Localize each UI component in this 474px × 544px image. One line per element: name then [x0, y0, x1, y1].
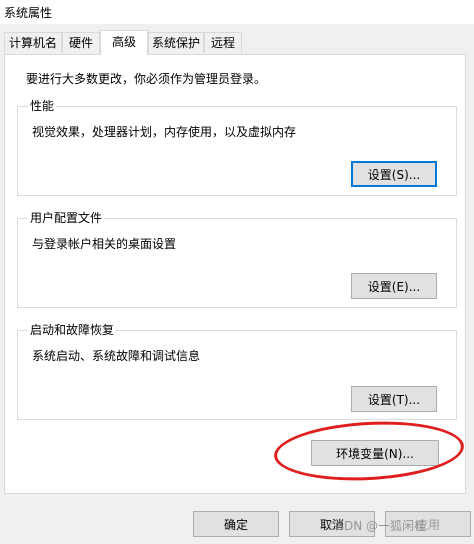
startup-recovery-title: 启动和故障恢复: [28, 322, 117, 338]
tab-hardware[interactable]: 硬件: [62, 32, 100, 53]
ok-button[interactable]: 确定: [193, 511, 279, 537]
admin-note: 要进行大多数更改，你必须作为管理员登录。: [26, 72, 267, 86]
tab-system-protection[interactable]: 系统保护: [148, 32, 204, 53]
performance-group: 性能 视觉效果，处理器计划，内存使用，以及虚拟内存 设置(S)...: [17, 98, 457, 196]
user-profiles-group: 用户配置文件 与登录帐户相关的桌面设置 设置(E)...: [17, 210, 457, 308]
startup-recovery-settings-button[interactable]: 设置(T)...: [351, 386, 437, 412]
environment-variables-button[interactable]: 环境变量(N)...: [311, 440, 439, 466]
user-profiles-settings-button[interactable]: 设置(E)...: [351, 273, 437, 299]
csdn-watermark: CSDN @一狐闲桂: [328, 519, 427, 533]
startup-recovery-group: 启动和故障恢复 系统启动、系统故障和调试信息 设置(T)...: [17, 322, 457, 420]
performance-settings-button[interactable]: 设置(S)...: [351, 161, 437, 187]
title-bar: 系统属性: [0, 0, 474, 24]
tab-advanced[interactable]: 高级: [100, 30, 148, 55]
tab-computer-name[interactable]: 计算机名: [4, 32, 62, 53]
user-profiles-description: 与登录帐户相关的桌面设置: [32, 237, 177, 251]
performance-title: 性能: [28, 98, 57, 114]
tab-strip: 计算机名 硬件 高级 系统保护 远程: [0, 30, 474, 55]
tab-remote[interactable]: 远程: [204, 32, 242, 53]
user-profiles-title: 用户配置文件: [28, 210, 105, 226]
performance-description: 视觉效果，处理器计划，内存使用，以及虚拟内存: [32, 125, 297, 139]
startup-recovery-description: 系统启动、系统故障和调试信息: [32, 349, 201, 363]
window-title: 系统属性: [4, 6, 53, 20]
